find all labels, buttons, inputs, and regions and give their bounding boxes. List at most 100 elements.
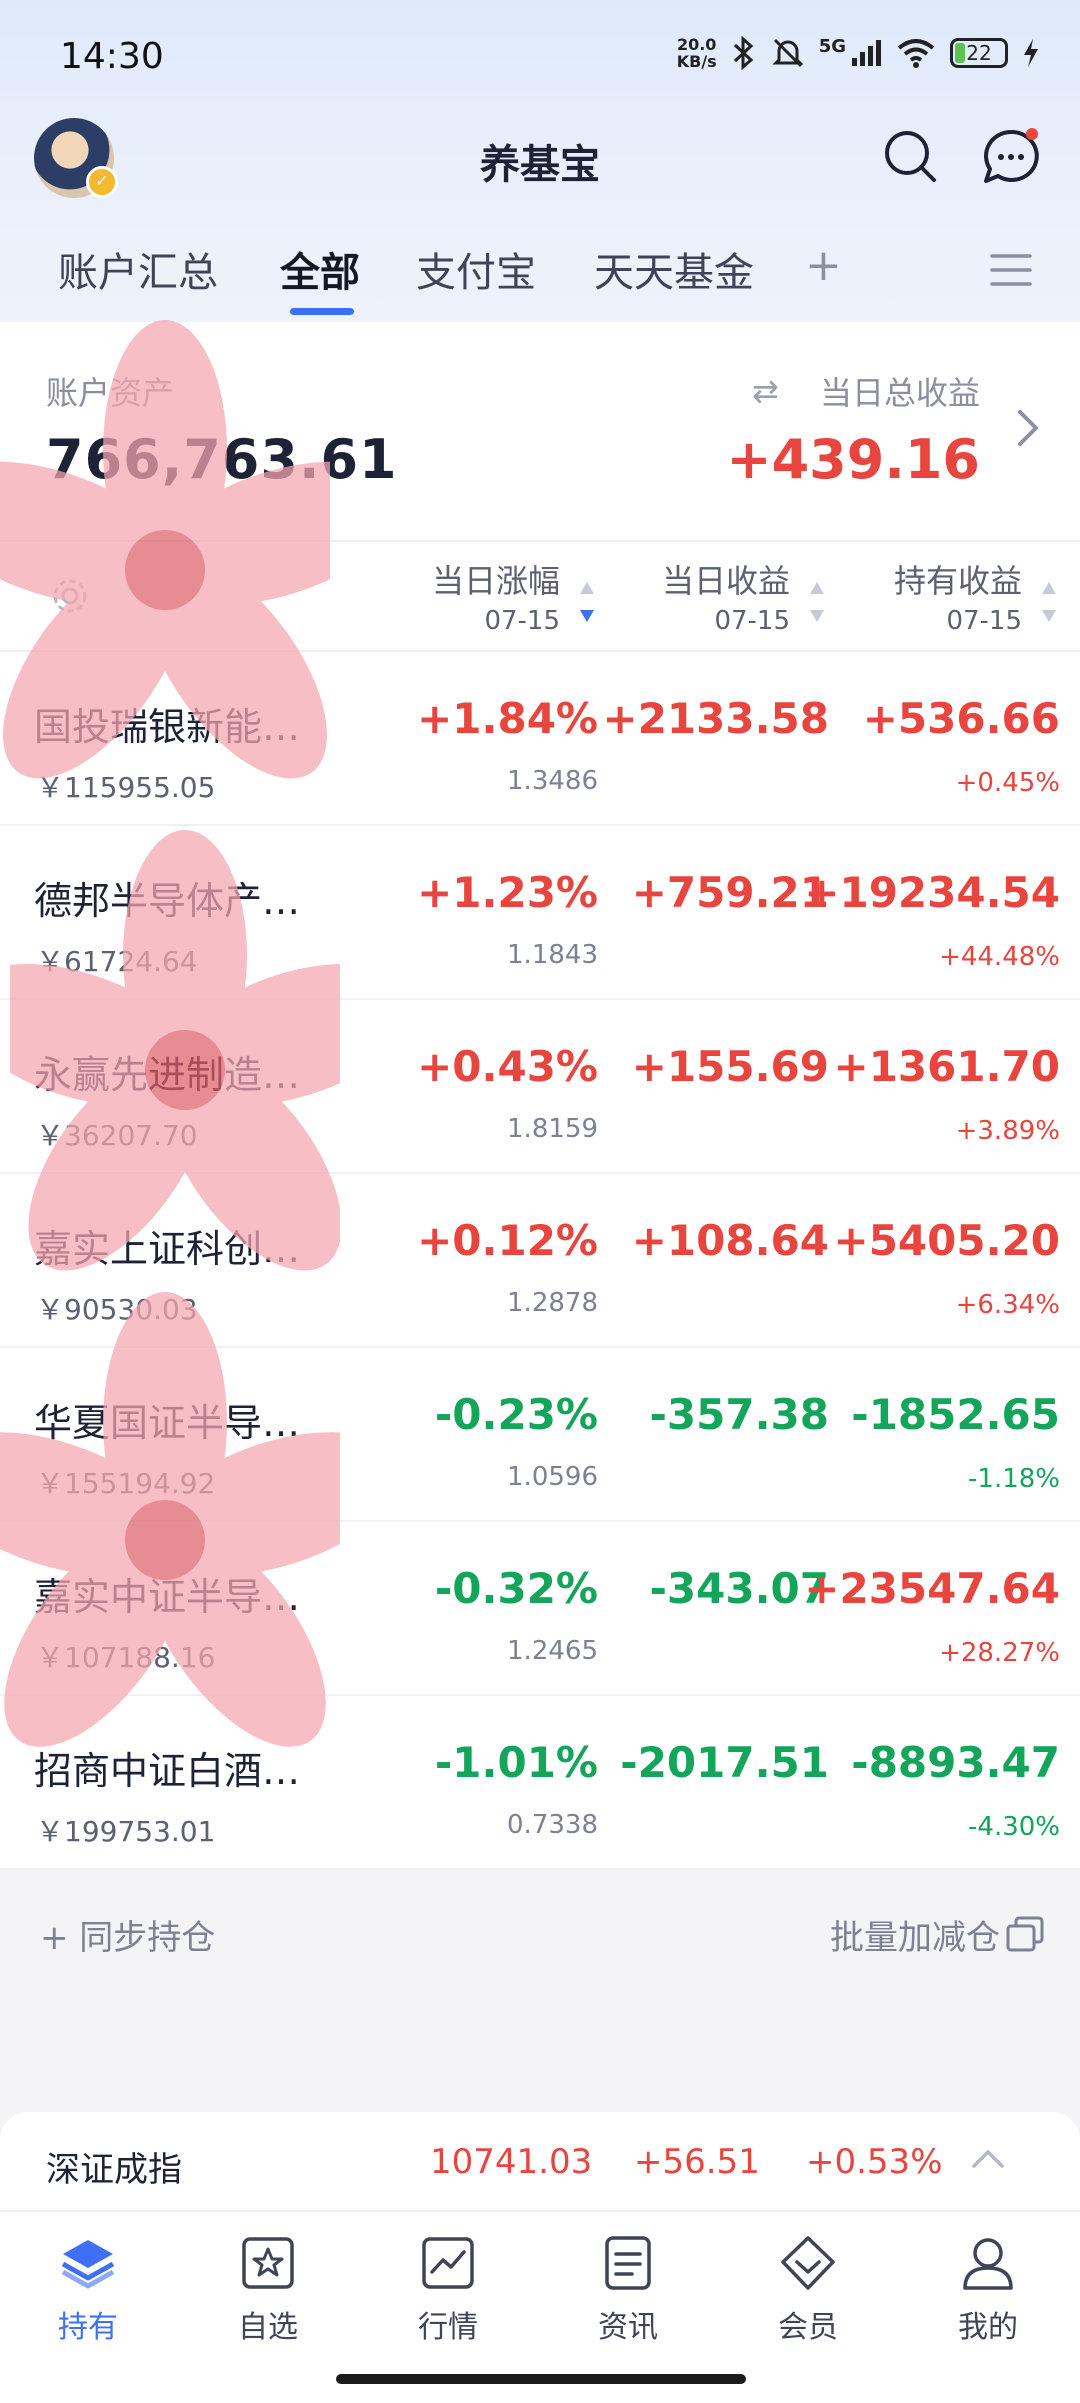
fund-nav: 1.3486	[507, 766, 598, 796]
fund-nav: 1.8159	[507, 1114, 598, 1144]
trend-chart-icon	[422, 2237, 474, 2289]
message-icon[interactable]	[980, 126, 1042, 188]
fund-day-profit: +108.64	[631, 1216, 829, 1265]
fund-row[interactable]: 永赢先进制造… ￥36207.70 +0.43% 1.8159 +155.69 …	[0, 1000, 1080, 1174]
fund-name: 德邦半导体产…	[34, 879, 301, 923]
fund-hold-profit: +23547.64	[804, 1564, 1060, 1613]
tab-alipay[interactable]: 支付宝	[416, 240, 536, 298]
document-icon	[605, 2236, 651, 2290]
fund-day-profit: +759.21	[631, 868, 829, 917]
fund-day-profit: +155.69	[631, 1042, 829, 1091]
copy-stack-icon[interactable]	[1006, 1916, 1044, 1952]
fund-day-change: -0.23%	[434, 1390, 598, 1439]
fund-day-profit: -2017.51	[620, 1738, 829, 1787]
fund-day-profit: -357.38	[649, 1390, 829, 1439]
fund-row[interactable]: 嘉实中证半导… ￥107188.16 -0.32% 1.2465 -343.07…	[0, 1522, 1080, 1696]
fund-row[interactable]: 国投瑞银新能… ￥115955.05 +1.84% 1.3486 +2133.5…	[0, 652, 1080, 826]
status-icons: 20.0 KB/s 5G 22	[677, 36, 1040, 70]
fund-row[interactable]: 嘉实上证科创… ￥90530.03 +0.12% 1.2878 +108.64 …	[0, 1174, 1080, 1348]
col-day-change[interactable]: 当日涨幅 07-15	[432, 556, 560, 636]
fund-name: 永赢先进制造…	[34, 1053, 301, 1097]
tab-account-summary[interactable]: 账户汇总	[58, 240, 218, 298]
fund-row[interactable]: 华夏国证半导… ￥155194.92 -0.23% 1.0596 -357.38…	[0, 1348, 1080, 1522]
fund-amount: ￥199753.01	[36, 1815, 216, 1848]
account-tabs: 账户汇总 全部 支付宝 天天基金 +	[0, 240, 1080, 320]
fund-amount: ￥115955.05	[36, 771, 216, 804]
col-day-profit[interactable]: 当日收益 07-15	[662, 556, 790, 636]
nav-holdings[interactable]: 持有	[18, 2234, 158, 2346]
fund-hold-percent: -4.30%	[968, 1812, 1060, 1842]
charging-bolt-icon	[1024, 39, 1038, 67]
fund-hold-profit: +5405.20	[833, 1216, 1061, 1265]
add-tab-button[interactable]: +	[805, 240, 842, 291]
status-time: 14:30	[60, 36, 164, 77]
sort-desc-icon[interactable]	[578, 580, 596, 626]
menu-icon[interactable]	[990, 252, 1032, 288]
fund-nav: 1.2465	[507, 1636, 598, 1666]
diamond-icon	[781, 2236, 835, 2290]
wifi-icon	[897, 39, 935, 68]
index-change: +56.51	[634, 2142, 760, 2182]
fund-name: 嘉实上证科创…	[34, 1227, 301, 1271]
active-tab-indicator	[290, 308, 354, 315]
fund-nav: 0.7338	[507, 1810, 598, 1840]
chevron-up-icon[interactable]	[968, 2142, 1008, 2176]
index-percent: +0.53%	[806, 2142, 943, 2182]
nav-news[interactable]: 资讯	[558, 2234, 698, 2346]
mute-bell-icon	[772, 38, 804, 68]
list-actions: + 同步持仓 批量加减仓	[0, 1874, 1080, 1984]
fund-hold-profit: -1852.65	[851, 1390, 1060, 1439]
fund-name: 国投瑞银新能…	[34, 705, 301, 749]
fund-name: 招商中证白酒…	[34, 1749, 301, 1793]
fund-day-change: +1.84%	[417, 694, 598, 743]
fund-day-change: -0.32%	[434, 1564, 598, 1613]
fund-row[interactable]: 德邦半导体产… ￥61724.64 +1.23% 1.1843 +759.21 …	[0, 826, 1080, 1000]
day-profit-value: +439.16	[726, 428, 980, 491]
fund-row[interactable]: 招商中证白酒… ￥199753.01 -1.01% 0.7338 -2017.5…	[0, 1696, 1080, 1870]
fund-hold-percent: +28.27%	[939, 1638, 1060, 1668]
fund-nav: 1.0596	[507, 1462, 598, 1492]
sync-holdings-button[interactable]: + 同步持仓	[40, 1910, 215, 1959]
fund-day-change: +0.43%	[417, 1042, 598, 1091]
nav-membership[interactable]: 会员	[738, 2234, 878, 2346]
status-bar: 14:30 20.0 KB/s 5G 22	[0, 0, 1080, 118]
swap-icon[interactable]: ⇄	[752, 372, 779, 410]
bluetooth-icon	[733, 36, 753, 70]
index-value: 10741.03	[430, 2142, 593, 2182]
fund-amount: ￥36207.70	[36, 1119, 198, 1152]
fund-hold-profit: +1361.70	[833, 1042, 1061, 1091]
nav-market[interactable]: 行情	[378, 2234, 518, 2346]
fund-day-change: +1.23%	[417, 868, 598, 917]
batch-adjust-button[interactable]: 批量加减仓	[830, 1910, 1000, 1959]
fund-amount: ￥90530.03	[36, 1293, 198, 1326]
fund-hold-profit: -8893.47	[851, 1738, 1060, 1787]
fund-amount: ￥155194.92	[36, 1467, 216, 1500]
settings-gear-icon[interactable]	[50, 576, 90, 616]
battery-indicator: 22	[950, 38, 1008, 68]
battery-fill	[955, 43, 966, 63]
cellular-signal-icon	[852, 40, 881, 66]
fund-hold-profit: +19234.54	[804, 868, 1060, 917]
day-profit-label: 当日总收益	[819, 374, 980, 412]
sort-icon[interactable]	[808, 580, 826, 626]
layers-icon	[61, 2240, 115, 2289]
sort-icon[interactable]	[1040, 580, 1058, 626]
fund-hold-percent: +6.34%	[955, 1290, 1060, 1320]
nav-profile[interactable]: 我的	[918, 2234, 1058, 2346]
fund-name: 嘉实中证半导…	[34, 1575, 301, 1619]
index-ticker-bar[interactable]: 深证成指 10741.03 +56.51 +0.53%	[0, 2112, 1080, 2212]
index-name: 深证成指	[46, 2150, 182, 2190]
net-speed: 20.0 KB/s	[676, 35, 717, 71]
home-indicator[interactable]	[336, 2374, 746, 2384]
fund-day-profit: +2133.58	[602, 694, 830, 743]
nav-watchlist[interactable]: 自选	[198, 2234, 338, 2346]
tab-tiantian-fund[interactable]: 天天基金	[594, 240, 754, 298]
assets-label: 账户资产	[46, 374, 175, 412]
search-icon[interactable]	[880, 126, 940, 186]
fund-name: 华夏国证半导…	[34, 1401, 301, 1445]
tab-all[interactable]: 全部	[280, 240, 360, 298]
fund-hold-profit: +536.66	[862, 694, 1060, 743]
col-hold-profit[interactable]: 持有收益 07-15	[894, 556, 1022, 636]
fund-day-change: -1.01%	[434, 1738, 598, 1787]
chevron-right-icon[interactable]	[1010, 406, 1044, 450]
